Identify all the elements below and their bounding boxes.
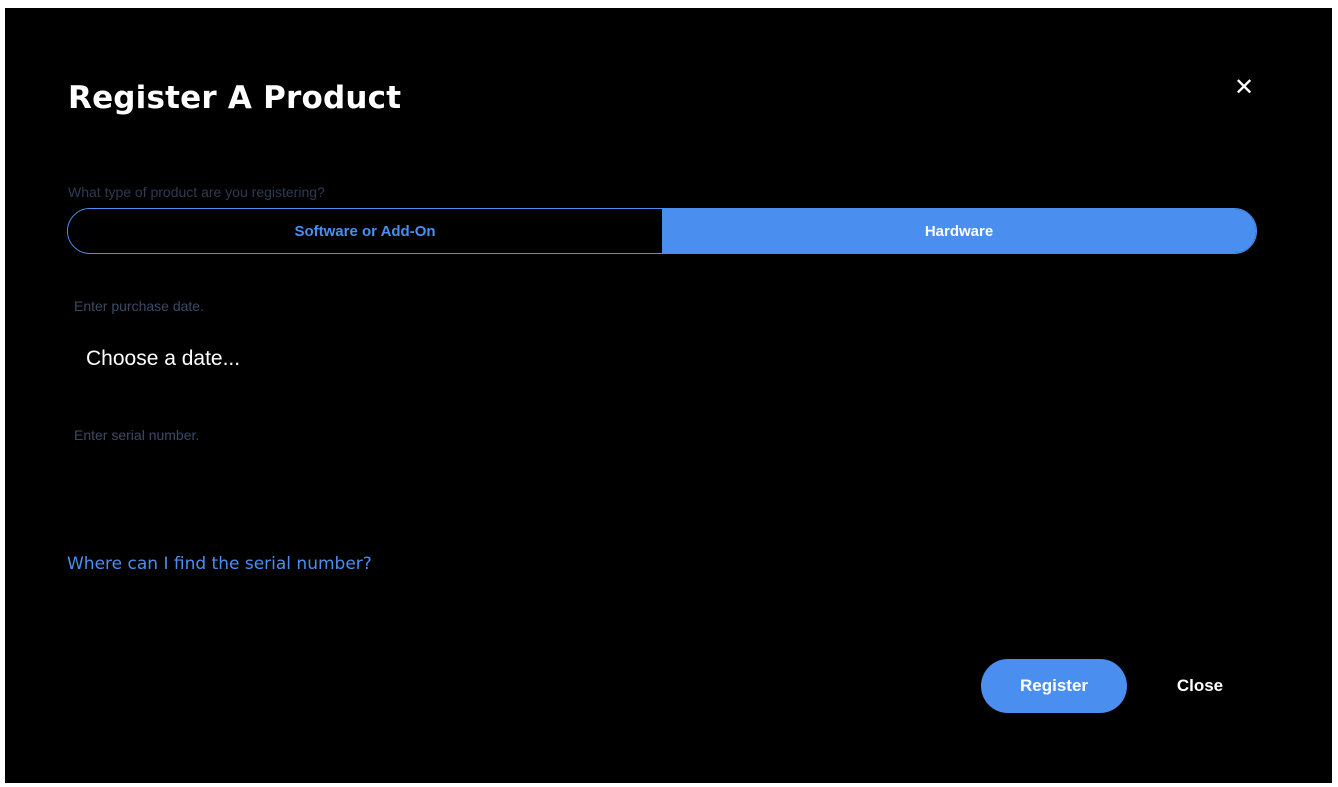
serial-help-link[interactable]: Where can I find the serial number? [67, 554, 372, 574]
close-button[interactable]: Close [1155, 659, 1245, 713]
product-type-label: What type of product are you registering… [68, 184, 325, 200]
purchase-date-label: Enter purchase date. [74, 298, 204, 314]
serial-number-input[interactable] [74, 420, 574, 450]
toggle-option-software[interactable]: Software or Add-On [68, 209, 662, 253]
register-product-dialog: Register A Product ✕ What type of produc… [5, 8, 1332, 783]
dialog-title: Register A Product [68, 80, 402, 116]
product-type-toggle: Software or Add-On Hardware [67, 208, 1257, 254]
toggle-option-hardware[interactable]: Hardware [662, 209, 1256, 253]
register-button[interactable]: Register [981, 659, 1127, 713]
purchase-date-input[interactable] [74, 340, 518, 378]
close-icon[interactable]: ✕ [1229, 72, 1259, 102]
